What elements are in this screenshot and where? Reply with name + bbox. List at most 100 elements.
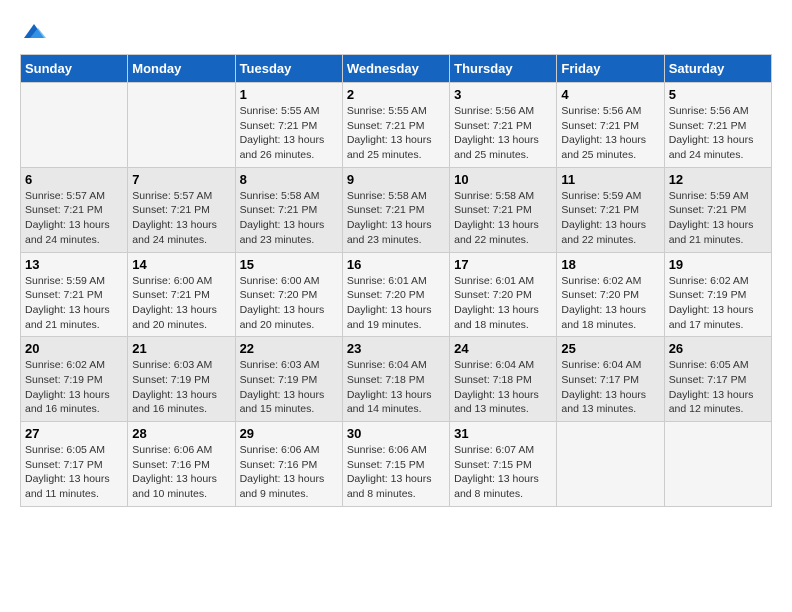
- day-number: 20: [25, 341, 123, 356]
- calendar-week-row: 6 Sunrise: 5:57 AMSunset: 7:21 PMDaylight…: [21, 167, 772, 252]
- day-number: 22: [240, 341, 338, 356]
- calendar-cell: 13 Sunrise: 5:59 AMSunset: 7:21 PMDayligh…: [21, 252, 128, 337]
- calendar-cell: 23Sunrise: 6:04 AMSunset: 7:18 PMDayligh…: [342, 337, 449, 422]
- day-number: 31: [454, 426, 552, 441]
- day-info: Sunrise: 5:58 AMSunset: 7:21 PMDaylight:…: [454, 189, 552, 248]
- calendar-cell: 5 Sunrise: 5:56 AMSunset: 7:21 PMDaylight…: [664, 83, 771, 168]
- calendar-cell: 9 Sunrise: 5:58 AMSunset: 7:21 PMDaylight…: [342, 167, 449, 252]
- day-number: 25: [561, 341, 659, 356]
- day-number: 18: [561, 257, 659, 272]
- day-number: 17: [454, 257, 552, 272]
- day-number: 8: [240, 172, 338, 187]
- calendar-cell: 7Sunrise: 5:57 AMSunset: 7:21 PMDaylight…: [128, 167, 235, 252]
- day-info: Sunrise: 6:07 AMSunset: 7:15 PMDaylight:…: [454, 443, 552, 502]
- weekday-header-tuesday: Tuesday: [235, 55, 342, 83]
- weekday-header-wednesday: Wednesday: [342, 55, 449, 83]
- day-info: Sunrise: 5:58 AMSunset: 7:21 PMDaylight:…: [347, 189, 445, 248]
- day-info: Sunrise: 5:57 AMSunset: 7:21 PMDaylight:…: [25, 189, 123, 248]
- day-number: 28: [132, 426, 230, 441]
- day-info: Sunrise: 6:06 AMSunset: 7:16 PMDaylight:…: [132, 443, 230, 502]
- day-number: 2: [347, 87, 445, 102]
- day-info: Sunrise: 6:03 AMSunset: 7:19 PMDaylight:…: [240, 358, 338, 417]
- calendar-table: SundayMondayTuesdayWednesdayThursdayFrid…: [20, 54, 772, 507]
- logo-icon: [22, 20, 46, 44]
- calendar-cell: 18 Sunrise: 6:02 AMSunset: 7:20 PMDayligh…: [557, 252, 664, 337]
- calendar-cell: 31 Sunrise: 6:07 AMSunset: 7:15 PMDayligh…: [450, 422, 557, 507]
- day-number: 16: [347, 257, 445, 272]
- calendar-cell: 26 Sunrise: 6:05 AMSunset: 7:17 PMDayligh…: [664, 337, 771, 422]
- weekday-header-row: SundayMondayTuesdayWednesdayThursdayFrid…: [21, 55, 772, 83]
- weekday-header-thursday: Thursday: [450, 55, 557, 83]
- weekday-header-saturday: Saturday: [664, 55, 771, 83]
- day-info: Sunrise: 6:04 AMSunset: 7:17 PMDaylight:…: [561, 358, 659, 417]
- day-number: 29: [240, 426, 338, 441]
- day-number: 27: [25, 426, 123, 441]
- calendar-cell: 25 Sunrise: 6:04 AMSunset: 7:17 PMDayligh…: [557, 337, 664, 422]
- day-number: 10: [454, 172, 552, 187]
- day-info: Sunrise: 6:05 AMSunset: 7:17 PMDaylight:…: [669, 358, 767, 417]
- header: [20, 20, 772, 44]
- calendar-cell: 19 Sunrise: 6:02 AMSunset: 7:19 PMDayligh…: [664, 252, 771, 337]
- calendar-cell: [21, 83, 128, 168]
- day-info: Sunrise: 6:02 AMSunset: 7:19 PMDaylight:…: [669, 274, 767, 333]
- calendar-cell: [128, 83, 235, 168]
- calendar-cell: 21 Sunrise: 6:03 AMSunset: 7:19 PMDayligh…: [128, 337, 235, 422]
- calendar-cell: 27 Sunrise: 6:05 AMSunset: 7:17 PMDayligh…: [21, 422, 128, 507]
- day-number: 30: [347, 426, 445, 441]
- calendar-cell: 22 Sunrise: 6:03 AMSunset: 7:19 PMDayligh…: [235, 337, 342, 422]
- day-info: Sunrise: 5:59 AMSunset: 7:21 PMDaylight:…: [669, 189, 767, 248]
- day-number: 9: [347, 172, 445, 187]
- day-info: Sunrise: 6:01 AMSunset: 7:20 PMDaylight:…: [347, 274, 445, 333]
- day-info: Sunrise: 6:02 AMSunset: 7:20 PMDaylight:…: [561, 274, 659, 333]
- day-number: 7: [132, 172, 230, 187]
- day-info: Sunrise: 5:56 AMSunset: 7:21 PMDaylight:…: [561, 104, 659, 163]
- day-info: Sunrise: 6:04 AMSunset: 7:18 PMDaylight:…: [454, 358, 552, 417]
- calendar-cell: 30 Sunrise: 6:06 AMSunset: 7:15 PMDayligh…: [342, 422, 449, 507]
- day-info: Sunrise: 6:04 AMSunset: 7:18 PMDaylight:…: [347, 358, 445, 417]
- day-number: 13: [25, 257, 123, 272]
- calendar-cell: 14 Sunrise: 6:00 AMSunset: 7:21 PMDayligh…: [128, 252, 235, 337]
- day-info: Sunrise: 6:01 AMSunset: 7:20 PMDaylight:…: [454, 274, 552, 333]
- day-info: Sunrise: 5:56 AMSunset: 7:21 PMDaylight:…: [669, 104, 767, 163]
- day-info: Sunrise: 5:55 AMSunset: 7:21 PMDaylight:…: [240, 104, 338, 163]
- day-info: Sunrise: 6:06 AMSunset: 7:15 PMDaylight:…: [347, 443, 445, 502]
- day-number: 4: [561, 87, 659, 102]
- day-number: 1: [240, 87, 338, 102]
- day-number: 15: [240, 257, 338, 272]
- calendar-week-row: 27 Sunrise: 6:05 AMSunset: 7:17 PMDayligh…: [21, 422, 772, 507]
- calendar-cell: 15 Sunrise: 6:00 AMSunset: 7:20 PMDayligh…: [235, 252, 342, 337]
- calendar-cell: 16 Sunrise: 6:01 AMSunset: 7:20 PMDayligh…: [342, 252, 449, 337]
- day-info: Sunrise: 6:06 AMSunset: 7:16 PMDaylight:…: [240, 443, 338, 502]
- weekday-header-monday: Monday: [128, 55, 235, 83]
- day-number: 5: [669, 87, 767, 102]
- day-number: 11: [561, 172, 659, 187]
- day-number: 14: [132, 257, 230, 272]
- day-info: Sunrise: 6:03 AMSunset: 7:19 PMDaylight:…: [132, 358, 230, 417]
- calendar-cell: 12Sunrise: 5:59 AMSunset: 7:21 PMDayligh…: [664, 167, 771, 252]
- calendar-cell: 6 Sunrise: 5:57 AMSunset: 7:21 PMDaylight…: [21, 167, 128, 252]
- calendar-cell: [664, 422, 771, 507]
- calendar-cell: 1 Sunrise: 5:55 AMSunset: 7:21 PMDaylight…: [235, 83, 342, 168]
- day-number: 3: [454, 87, 552, 102]
- logo: [20, 20, 46, 44]
- calendar-cell: 3Sunrise: 5:56 AMSunset: 7:21 PMDaylight…: [450, 83, 557, 168]
- calendar-cell: 4 Sunrise: 5:56 AMSunset: 7:21 PMDaylight…: [557, 83, 664, 168]
- day-info: Sunrise: 6:00 AMSunset: 7:21 PMDaylight:…: [132, 274, 230, 333]
- calendar-cell: 29 Sunrise: 6:06 AMSunset: 7:16 PMDayligh…: [235, 422, 342, 507]
- day-info: Sunrise: 5:59 AMSunset: 7:21 PMDaylight:…: [561, 189, 659, 248]
- day-number: 21: [132, 341, 230, 356]
- day-number: 19: [669, 257, 767, 272]
- calendar-cell: 8Sunrise: 5:58 AMSunset: 7:21 PMDaylight…: [235, 167, 342, 252]
- day-info: Sunrise: 6:02 AMSunset: 7:19 PMDaylight:…: [25, 358, 123, 417]
- day-number: 26: [669, 341, 767, 356]
- calendar-week-row: 13 Sunrise: 5:59 AMSunset: 7:21 PMDayligh…: [21, 252, 772, 337]
- weekday-header-sunday: Sunday: [21, 55, 128, 83]
- day-info: Sunrise: 5:55 AMSunset: 7:21 PMDaylight:…: [347, 104, 445, 163]
- calendar-cell: 2 Sunrise: 5:55 AMSunset: 7:21 PMDaylight…: [342, 83, 449, 168]
- day-info: Sunrise: 5:59 AMSunset: 7:21 PMDaylight:…: [25, 274, 123, 333]
- day-number: 24: [454, 341, 552, 356]
- day-number: 6: [25, 172, 123, 187]
- day-info: Sunrise: 6:05 AMSunset: 7:17 PMDaylight:…: [25, 443, 123, 502]
- day-info: Sunrise: 6:00 AMSunset: 7:20 PMDaylight:…: [240, 274, 338, 333]
- calendar-week-row: 20 Sunrise: 6:02 AMSunset: 7:19 PMDayligh…: [21, 337, 772, 422]
